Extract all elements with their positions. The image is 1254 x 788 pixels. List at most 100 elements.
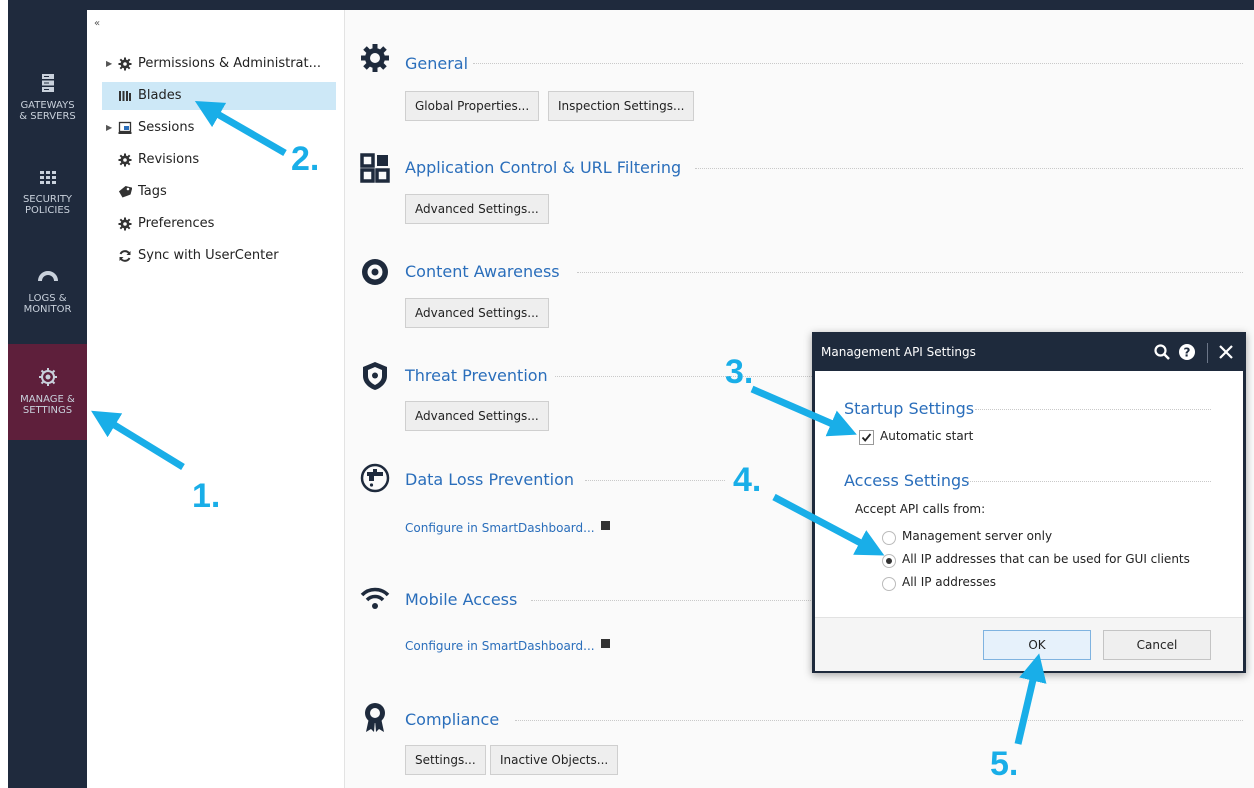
- dialog-titlebar[interactable]: Management API Settings ?: [815, 335, 1243, 371]
- nav-label-line1: SECURITY: [22, 194, 73, 205]
- nav-label-line2: SETTINGS: [22, 405, 73, 416]
- global-properties-button[interactable]: Global Properties...: [405, 91, 540, 121]
- nav-label-line2: POLICIES: [24, 205, 71, 216]
- nav-label-line1: GATEWAYS: [20, 100, 75, 111]
- close-icon[interactable]: [1217, 343, 1235, 361]
- nav-logs-monitor[interactable]: LOGS & MONITOR: [8, 265, 87, 315]
- advanced-settings-button[interactable]: Advanced Settings...: [405, 401, 549, 431]
- tree-item-label: Sessions: [138, 120, 195, 135]
- collapse-panel-icon[interactable]: «: [94, 18, 100, 29]
- expand-arrow-icon[interactable]: ▶: [106, 114, 112, 142]
- nav-label-line1: MANAGE &: [20, 394, 75, 405]
- nav-gateways-servers[interactable]: GATEWAYS & SERVERS: [8, 72, 87, 122]
- section-title-mobile-access: Mobile Access: [405, 590, 518, 609]
- configure-smartdashboard-link[interactable]: Configure in SmartDashboard...: [405, 521, 610, 535]
- gear-icon: [118, 217, 132, 231]
- gear-icon: [118, 153, 132, 167]
- blades-icon: [119, 91, 131, 101]
- shield-icon: [363, 362, 387, 390]
- nav-label-line2: & SERVERS: [19, 111, 76, 122]
- management-api-settings-dialog: Management API Settings ? Startup Settin…: [812, 332, 1246, 673]
- tree-item-tags[interactable]: Tags: [102, 178, 336, 206]
- faucet-icon: [360, 463, 390, 493]
- app-grid-icon: [360, 153, 390, 183]
- section-divider: [531, 600, 811, 601]
- step-number-2: 2.: [291, 140, 320, 178]
- tree-item-label: Tags: [138, 184, 167, 199]
- section-divider: [967, 481, 1211, 482]
- cancel-button[interactable]: Cancel: [1103, 630, 1211, 660]
- wifi-icon: [360, 587, 390, 609]
- section-title-compliance: Compliance: [405, 710, 500, 729]
- automatic-start-label: Automatic start: [880, 429, 974, 443]
- tree-item-sessions[interactable]: ▶ Sessions: [102, 114, 336, 142]
- nav-label-line1: LOGS &: [28, 293, 67, 304]
- titlebar-separator: [1207, 343, 1208, 363]
- gauge-icon: [37, 271, 58, 282]
- settings-tree: « ▶ Permissions & Administrat... Blades …: [88, 10, 345, 788]
- servers-icon: [41, 74, 54, 92]
- section-title-general: General: [405, 54, 469, 73]
- tree-item-sync-usercenter[interactable]: Sync with UserCenter: [102, 242, 336, 270]
- compliance-settings-button[interactable]: Settings...: [405, 745, 486, 775]
- step-number-1: 1.: [192, 477, 221, 515]
- radio-gui-clients[interactable]: [882, 554, 896, 568]
- tree-item-permissions[interactable]: ▶ Permissions & Administrat...: [102, 50, 336, 78]
- accept-api-calls-label: Accept API calls from:: [855, 502, 986, 516]
- expand-arrow-icon[interactable]: ▶: [106, 50, 112, 78]
- tag-icon: [118, 185, 132, 198]
- tree-item-preferences[interactable]: Preferences: [102, 210, 336, 238]
- startup-settings-heading: Startup Settings: [844, 399, 975, 418]
- ribbon-icon: [365, 703, 385, 732]
- advanced-settings-button[interactable]: Advanced Settings...: [405, 194, 549, 224]
- section-title-content-awareness: Content Awareness: [405, 262, 560, 281]
- svg-text:?: ?: [1184, 346, 1191, 360]
- tree-item-blades[interactable]: Blades: [102, 82, 336, 110]
- tree-item-label: Permissions & Administrat...: [138, 56, 322, 71]
- content-awareness-icon: [362, 259, 388, 285]
- section-divider: [975, 409, 1211, 410]
- top-bar: [8, 0, 1254, 10]
- section-title-dlp: Data Loss Prevention: [405, 470, 575, 489]
- sessions-icon: [118, 121, 132, 134]
- access-settings-heading: Access Settings: [844, 471, 970, 490]
- inactive-objects-button[interactable]: Inactive Objects...: [490, 745, 619, 775]
- radio-label: All IP addresses that can be used for GU…: [902, 552, 1190, 566]
- help-icon[interactable]: ?: [1178, 343, 1196, 361]
- radio-management-server-only[interactable]: [882, 531, 896, 545]
- section-divider: [695, 168, 1243, 169]
- tree-item-label: Revisions: [138, 152, 200, 167]
- step-number-3: 3.: [725, 353, 754, 391]
- tree-item-label: Sync with UserCenter: [138, 248, 279, 263]
- left-navigation: GATEWAYS & SERVERS SECURITY POLICIES LOG…: [8, 0, 87, 788]
- dialog-title: Management API Settings: [821, 345, 976, 359]
- advanced-settings-button[interactable]: Advanced Settings...: [405, 298, 549, 328]
- external-link-icon: [600, 521, 610, 530]
- search-icon[interactable]: [1153, 343, 1171, 361]
- ok-button[interactable]: OK: [983, 630, 1091, 660]
- tree-item-label: Preferences: [138, 216, 215, 231]
- gear-icon: [118, 57, 132, 71]
- checkmark-icon: [861, 433, 872, 442]
- tree-item-label: Blades: [138, 88, 182, 103]
- gear-icon: [38, 368, 57, 386]
- nav-security-policies[interactable]: SECURITY POLICIES: [8, 166, 87, 216]
- section-title-app-control: Application Control & URL Filtering: [405, 158, 682, 177]
- radio-all-ip-addresses[interactable]: [882, 577, 896, 591]
- link-label: Configure in SmartDashboard...: [405, 639, 595, 653]
- radio-label: All IP addresses: [902, 575, 997, 589]
- step-number-5: 5.: [990, 745, 1019, 783]
- nav-label-line2: MONITOR: [23, 304, 72, 315]
- configure-smartdashboard-link[interactable]: Configure in SmartDashboard...: [405, 639, 610, 653]
- section-divider: [473, 63, 1243, 64]
- section-divider: [515, 720, 1243, 721]
- external-link-icon: [600, 639, 610, 648]
- section-divider: [577, 272, 1243, 273]
- sync-icon: [119, 250, 131, 262]
- inspection-settings-button[interactable]: Inspection Settings...: [548, 91, 695, 121]
- radio-label: Management server only: [902, 529, 1053, 543]
- automatic-start-checkbox[interactable]: [859, 430, 874, 445]
- section-title-threat-prevention: Threat Prevention: [405, 366, 548, 385]
- link-label: Configure in SmartDashboard...: [405, 521, 595, 535]
- nav-manage-settings[interactable]: MANAGE & SETTINGS: [8, 344, 87, 440]
